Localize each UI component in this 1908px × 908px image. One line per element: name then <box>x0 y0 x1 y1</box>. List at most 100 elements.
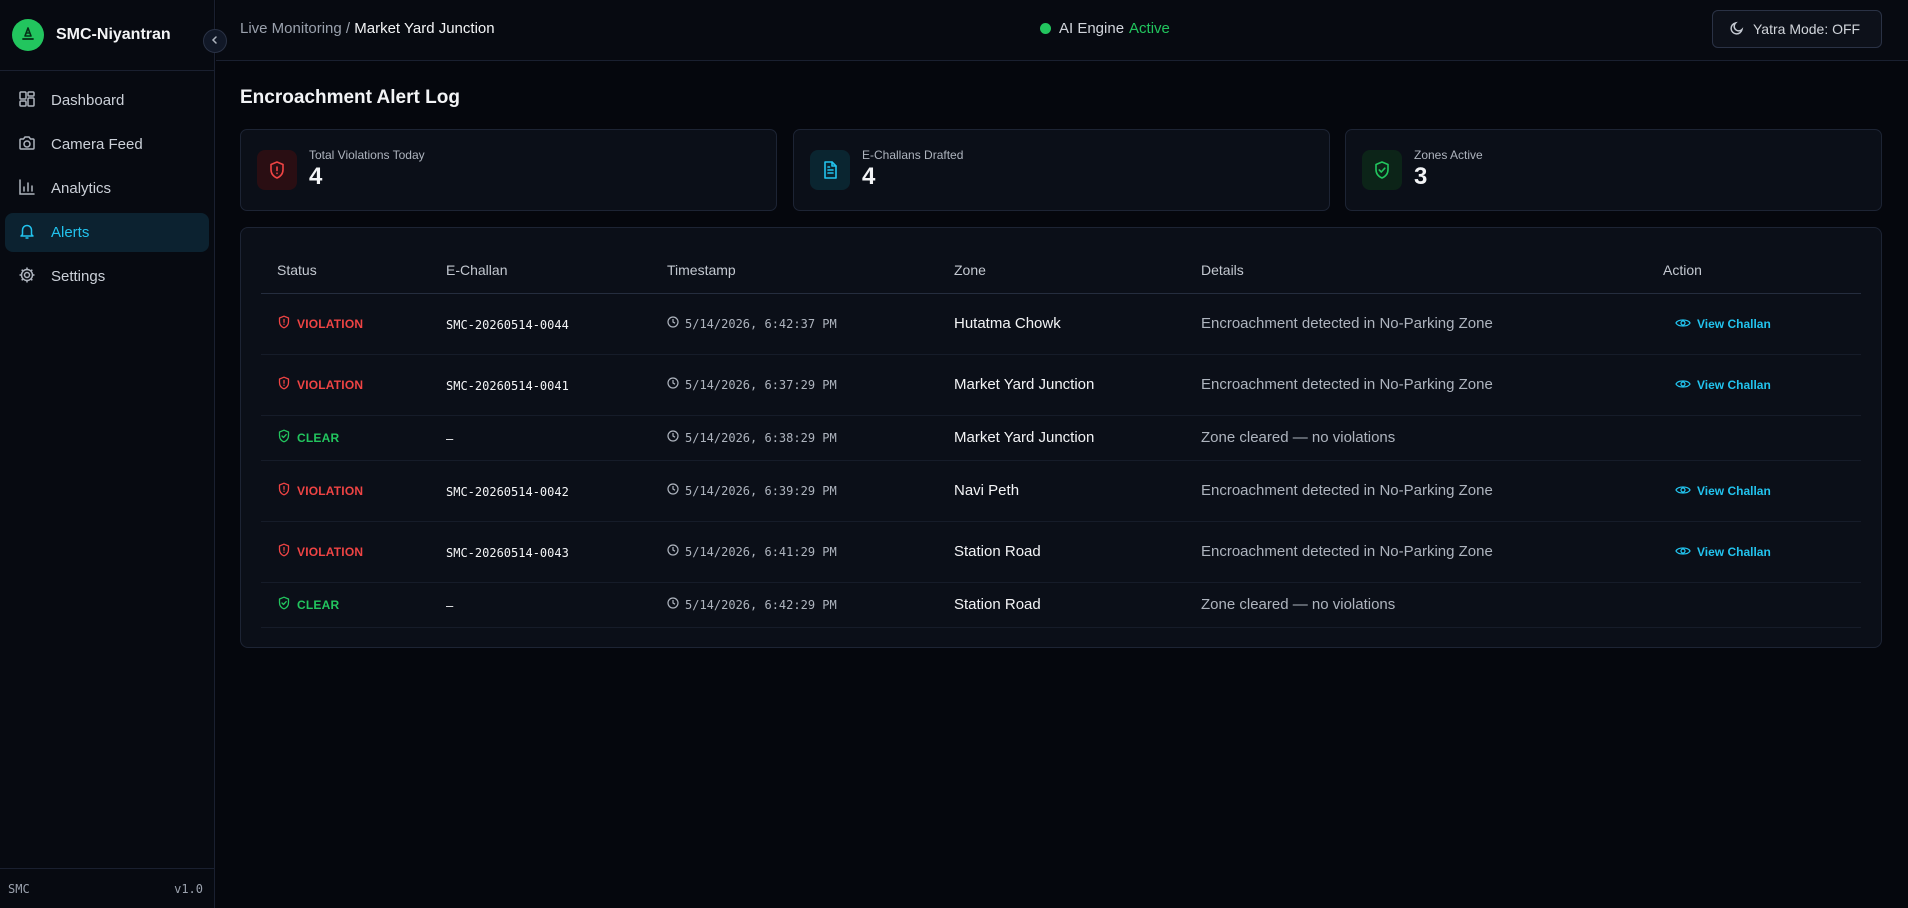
sidebar-item-camera-feed[interactable]: Camera Feed <box>5 125 209 164</box>
app-name: SMC-Niyantran <box>56 26 171 43</box>
view-challan-label: View Challan <box>1697 378 1771 392</box>
echallan-id: SMC-20260514-0042 <box>446 484 569 499</box>
breadcrumb-current: Market Yard Junction <box>354 20 495 37</box>
collapse-sidebar-button[interactable] <box>203 29 227 53</box>
echallan-id: – <box>446 598 454 613</box>
alert-log-table: Status E-Challan Timestamp Zone Details … <box>261 248 1861 628</box>
view-challan-label: View Challan <box>1697 545 1771 559</box>
eye-icon <box>1675 317 1691 332</box>
engine-status: Active <box>1129 20 1170 37</box>
timestamp-text: 5/14/2026, 6:42:29 PM <box>685 597 837 612</box>
timestamp-text: 5/14/2026, 6:38:29 PM <box>685 430 837 445</box>
status-badge: VIOLATION <box>277 376 430 393</box>
status-badge: VIOLATION <box>277 315 430 332</box>
stat-value: 3 <box>1414 163 1428 190</box>
echallan-id: SMC-20260514-0044 <box>446 317 569 332</box>
view-challan-button[interactable]: View Challan <box>1675 317 1771 332</box>
alert-details: Encroachment detected in No-Parking Zone <box>1201 315 1493 332</box>
alert-details: Zone cleared — no violations <box>1201 429 1396 446</box>
breadcrumb: Live Monitoring / Market Yard Junction <box>240 20 495 37</box>
timestamp-text: 5/14/2026, 6:39:29 PM <box>685 483 837 498</box>
zone-name: Market Yard Junction <box>954 376 1095 393</box>
sidebar-item-analytics[interactable]: Analytics <box>5 169 209 208</box>
status-badge: CLEAR <box>277 596 430 613</box>
table-row: VIOLATION SMC-20260514-0044 5/14/2026, 6… <box>261 293 1861 355</box>
zone-name: Market Yard Junction <box>954 429 1095 446</box>
table-row: VIOLATION SMC-20260514-0041 5/14/2026, 6… <box>261 354 1861 416</box>
engine-label: AI Engine <box>1059 20 1125 37</box>
yatra-mode-toggle[interactable]: Yatra Mode: OFF <box>1712 10 1882 48</box>
shield-alert-icon <box>277 482 291 499</box>
timestamp: 5/14/2026, 6:42:37 PM <box>667 316 938 331</box>
zone-name: Station Road <box>954 543 1041 560</box>
echallan-id: SMC-20260514-0043 <box>446 545 569 560</box>
clock-icon <box>667 316 679 331</box>
eye-icon <box>1675 484 1691 499</box>
timestamp-text: 5/14/2026, 6:37:29 PM <box>685 377 837 392</box>
chevron-left-icon <box>210 32 220 50</box>
view-challan-button[interactable]: View Challan <box>1675 378 1771 393</box>
footer-org: SMC <box>8 881 30 896</box>
zone-name: Station Road <box>954 596 1041 613</box>
shield-alert-icon <box>277 543 291 560</box>
app-version: v1.0 <box>174 881 203 896</box>
sidebar-nav: Dashboard Camera Feed Analytics Alerts S… <box>0 71 214 296</box>
alert-log-table-card: Status E-Challan Timestamp Zone Details … <box>240 227 1882 648</box>
brand[interactable]: SMC-Niyantran <box>0 0 214 71</box>
gear-icon <box>18 266 36 288</box>
clock-icon <box>667 597 679 612</box>
column-header-zone: Zone <box>938 248 1185 294</box>
sidebar-item-alerts[interactable]: Alerts <box>5 213 209 252</box>
logo-icon <box>12 19 44 51</box>
timestamp: 5/14/2026, 6:37:29 PM <box>667 377 938 392</box>
sidebar-item-label: Settings <box>51 268 106 285</box>
timestamp: 5/14/2026, 6:42:29 PM <box>667 597 938 612</box>
action-cell-empty <box>1647 415 1861 461</box>
sidebar-item-label: Alerts <box>51 224 90 241</box>
table-row: CLEAR – 5/14/2026, 6:42:29 PM Station Ro… <box>261 582 1861 628</box>
action-cell-empty <box>1647 582 1861 628</box>
column-header-status: Status <box>261 248 430 294</box>
timestamp-text: 5/14/2026, 6:42:37 PM <box>685 316 837 331</box>
timestamp: 5/14/2026, 6:38:29 PM <box>667 430 938 445</box>
eye-icon <box>1675 545 1691 560</box>
zone-name: Navi Peth <box>954 482 1020 499</box>
moon-icon <box>1729 20 1745 39</box>
document-icon <box>810 150 850 190</box>
sidebar-item-settings[interactable]: Settings <box>5 257 209 296</box>
stat-card-echallans: E-Challans Drafted 4 <box>793 129 1330 211</box>
view-challan-button[interactable]: View Challan <box>1675 545 1771 560</box>
page-title: Encroachment Alert Log <box>240 87 460 108</box>
clock-icon <box>667 377 679 392</box>
alert-details: Encroachment detected in No-Parking Zone <box>1201 376 1493 393</box>
shield-check-icon <box>1362 150 1402 190</box>
breadcrumb-root[interactable]: Live Monitoring <box>240 20 342 37</box>
clock-icon <box>667 544 679 559</box>
sidebar-item-dashboard[interactable]: Dashboard <box>5 81 209 120</box>
status-text: VIOLATION <box>297 483 364 498</box>
column-header-details: Details <box>1185 248 1647 294</box>
view-challan-button[interactable]: View Challan <box>1675 484 1771 499</box>
eye-icon <box>1675 378 1691 393</box>
status-badge: VIOLATION <box>277 543 430 560</box>
shield-alert-icon <box>277 376 291 393</box>
sidebar: SMC-Niyantran Dashboard Camera Feed Anal… <box>0 0 215 908</box>
column-header-action: Action <box>1647 248 1861 294</box>
sidebar-footer: SMC v1.0 <box>0 868 215 908</box>
alert-details: Encroachment detected in No-Parking Zone <box>1201 543 1493 560</box>
stat-value: 4 <box>309 163 323 190</box>
table-row: VIOLATION SMC-20260514-0042 5/14/2026, 6… <box>261 460 1861 522</box>
echallan-id: – <box>446 431 454 446</box>
column-header-timestamp: Timestamp <box>651 248 938 294</box>
stat-label: E-Challans Drafted <box>862 148 964 162</box>
status-text: VIOLATION <box>297 377 364 392</box>
zone-name: Hutatma Chowk <box>954 315 1061 332</box>
clock-icon <box>667 430 679 445</box>
column-header-echallan: E-Challan <box>430 248 651 294</box>
timestamp: 5/14/2026, 6:41:29 PM <box>667 544 938 559</box>
status-dot-icon <box>1040 23 1051 34</box>
stat-value: 4 <box>862 163 876 190</box>
status-text: CLEAR <box>297 597 340 612</box>
status-text: VIOLATION <box>297 316 364 331</box>
status-badge: CLEAR <box>277 429 430 446</box>
